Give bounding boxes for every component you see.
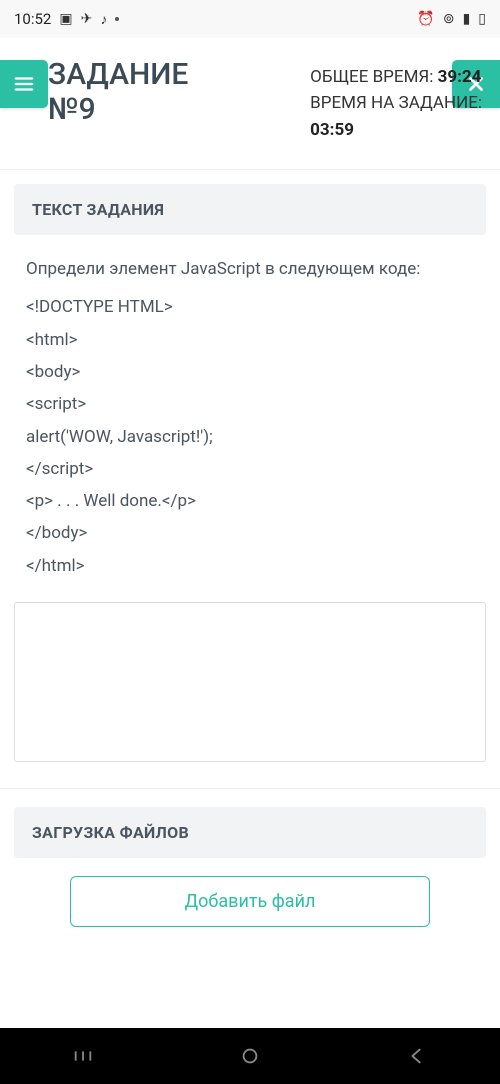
home-icon — [239, 1045, 261, 1067]
alarm-icon: ⏰ — [417, 11, 434, 27]
task-title-line2: №9 — [48, 93, 188, 128]
more-icon — [115, 17, 119, 21]
upload-header: ЗАГРУЗКА ФАЙЛОВ — [14, 807, 486, 858]
telegram-icon: ✈ — [81, 11, 93, 27]
status-time: 10:52 — [14, 10, 51, 28]
answer-textarea[interactable] — [14, 602, 486, 762]
task-title-line1: ЗАДАНИЕ — [48, 58, 188, 93]
image-icon: ▣ — [59, 11, 72, 27]
back-icon — [406, 1045, 428, 1067]
task-time-label: ВРЕМЯ НА ЗАДАНИЕ: — [310, 93, 482, 113]
back-button[interactable] — [387, 1036, 447, 1076]
code-line: <body> — [26, 356, 474, 388]
recent-icon — [72, 1045, 94, 1067]
timers: ОБЩЕЕ ВРЕМЯ: 39:24 ВРЕМЯ НА ЗАДАНИЕ: 03:… — [310, 58, 482, 143]
code-line: </html> — [26, 550, 474, 582]
status-bar: 10:52 ▣ ✈ ♪ ⏰ ⊚ ▮ ▯ — [0, 0, 500, 38]
code-line: alert('WOW, Javascript!'); — [26, 421, 474, 453]
task-header: ЗАДАНИЕ №9 ОБЩЕЕ ВРЕМЯ: 39:24 ВРЕМЯ НА З… — [0, 38, 500, 170]
task-time-value: 03:59 — [310, 120, 354, 140]
task-prompt: Определи элемент JavaScript в следующем … — [26, 253, 474, 285]
task-body: Определи элемент JavaScript в следующем … — [14, 253, 486, 602]
recent-apps-button[interactable] — [53, 1036, 113, 1076]
signal-icon: ▮ — [463, 11, 471, 27]
total-time-label: ОБЩЕЕ ВРЕМЯ: — [310, 67, 437, 87]
task-title: ЗАДАНИЕ №9 — [48, 58, 188, 127]
add-file-button[interactable]: Добавить файл — [70, 876, 430, 927]
home-button[interactable] — [220, 1036, 280, 1076]
task-text-header: ТЕКСТ ЗАДАНИЯ — [14, 184, 486, 235]
total-time-value: 39:24 — [438, 67, 482, 87]
code-line: <!DOCTYPE HTML> — [26, 291, 474, 323]
content: ТЕКСТ ЗАДАНИЯ Определи элемент JavaScrip… — [0, 170, 500, 941]
code-line: <p> . . . Well done.</p> — [26, 485, 474, 517]
code-line: <script> — [26, 388, 474, 420]
android-nav-bar — [0, 1028, 500, 1084]
code-line: </script> — [26, 453, 474, 485]
code-line: </body> — [26, 517, 474, 549]
wifi-icon: ⊚ — [443, 11, 455, 27]
code-line: <html> — [26, 324, 474, 356]
battery-icon: ▯ — [478, 11, 486, 27]
divider — [0, 788, 500, 789]
tiktok-icon: ♪ — [100, 11, 107, 28]
